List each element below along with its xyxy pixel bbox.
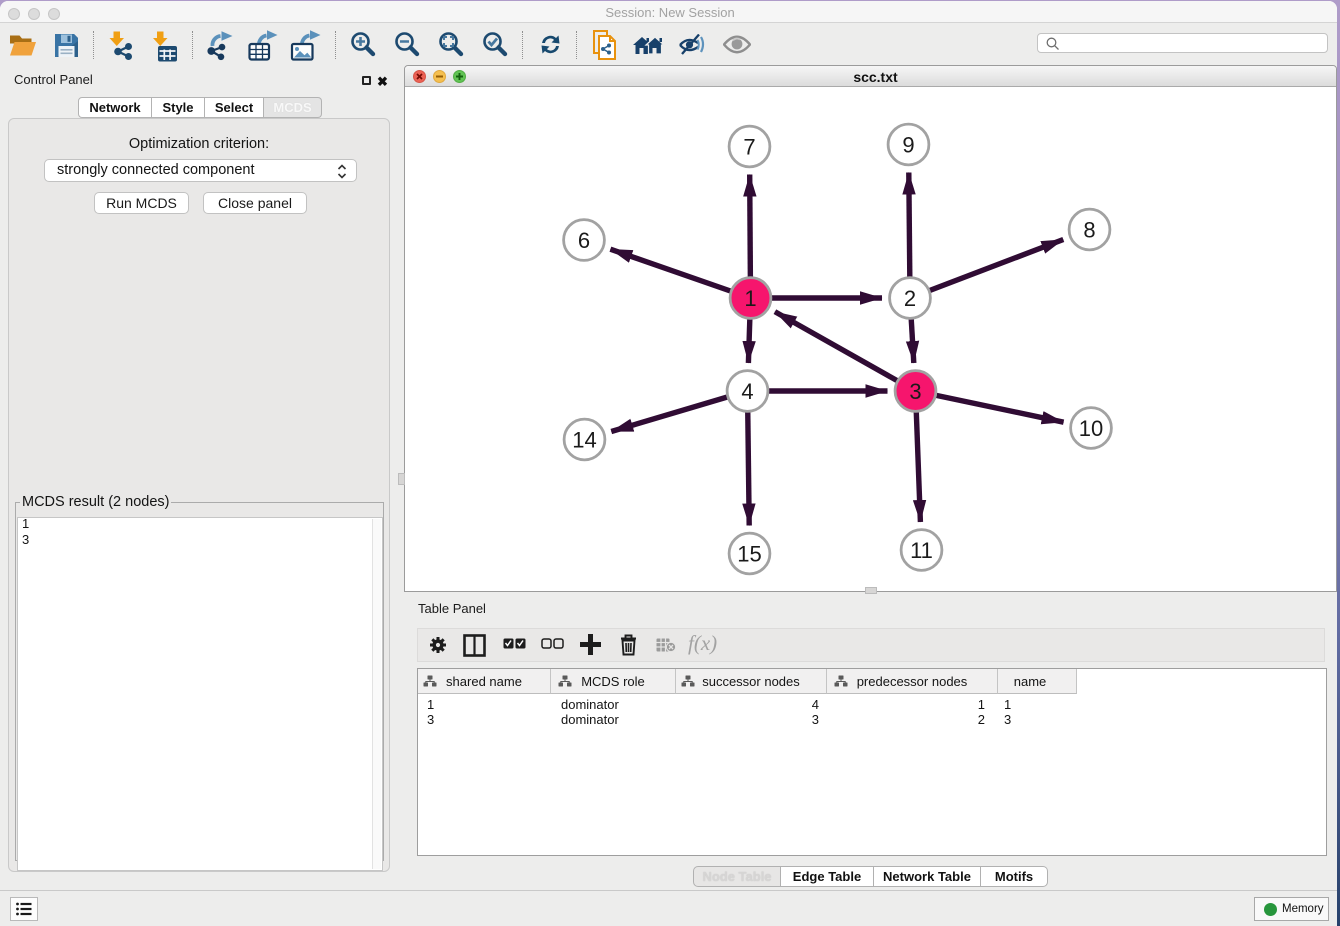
- svg-text:8: 8: [1083, 218, 1095, 243]
- svg-text:2: 2: [904, 286, 916, 311]
- svg-text:9: 9: [902, 133, 914, 158]
- svg-text:4: 4: [741, 379, 753, 404]
- svg-text:15: 15: [737, 542, 761, 567]
- svg-text:14: 14: [572, 428, 596, 453]
- svg-text:7: 7: [743, 135, 755, 160]
- svg-text:10: 10: [1079, 416, 1103, 441]
- svg-text:3: 3: [909, 379, 921, 404]
- svg-text:1: 1: [744, 286, 756, 311]
- svg-text:6: 6: [578, 228, 590, 253]
- svg-text:11: 11: [910, 538, 933, 563]
